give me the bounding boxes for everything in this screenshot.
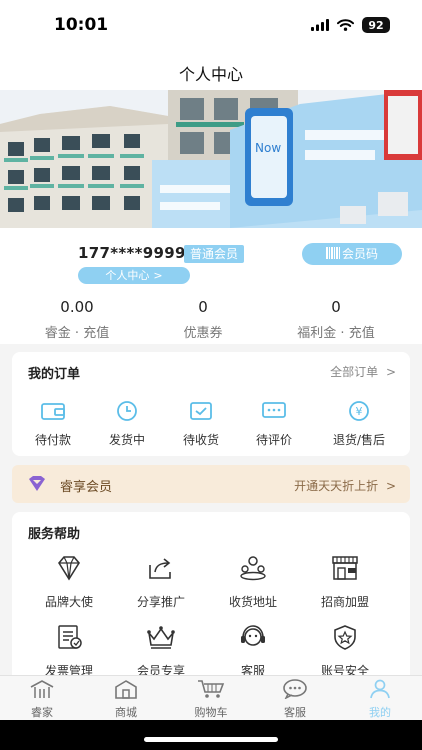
vip-title: 睿享会员 <box>60 480 113 495</box>
order-pending-payment[interactable]: 待付款 <box>18 400 88 448</box>
clock-icon <box>117 401 137 421</box>
chevron-right-icon: > <box>385 479 396 493</box>
store-banner-image: Now <box>0 90 422 228</box>
tab-cart[interactable]: 购物车 <box>169 679 253 720</box>
chat-icon <box>283 679 307 700</box>
service-share[interactable]: 分享推广 <box>119 555 203 610</box>
order-awaiting-receipt[interactable]: 待收货 <box>166 400 236 448</box>
stat-value: 0.00 <box>60 298 94 316</box>
home-indicator[interactable] <box>144 737 278 742</box>
service-franchise[interactable]: 招商加盟 <box>303 555 387 610</box>
shop-icon <box>115 680 137 699</box>
home-roof-icon <box>30 680 54 698</box>
all-orders-label: 全部订单 <box>330 365 379 379</box>
storefront-icon <box>332 556 358 580</box>
vip-diamond-icon <box>29 476 45 491</box>
stat-welfare[interactable]: 0 福利金 · 充值 <box>276 298 396 341</box>
stat-label: 福利金 · 充值 <box>297 326 375 341</box>
page-title: 个人中心 <box>178 65 243 84</box>
service-label: 分享推广 <box>136 595 185 609</box>
service-invoice[interactable]: 发票管理 <box>27 624 111 679</box>
service-label: 品牌大使 <box>44 595 93 609</box>
service-customer-service[interactable]: 客服 <box>211 624 295 679</box>
chat-dots-icon <box>262 402 286 418</box>
barcode-icon <box>325 247 340 259</box>
tab-label: 睿家 <box>31 706 53 719</box>
home-indicator-area <box>0 720 422 750</box>
profile-card: 177****9999 普通会员 个人中心 > 会员码 0.00 睿金 · 充值 … <box>0 228 422 344</box>
status-time: 10:01 <box>54 15 109 35</box>
vip-banner[interactable]: 睿享会员 开通天天折上折 > <box>12 465 410 503</box>
signal-icon <box>311 19 329 31</box>
order-label: 发货中 <box>108 433 145 447</box>
stat-coupons[interactable]: 0 优惠券 <box>143 298 263 341</box>
order-shipping[interactable]: 发货中 <box>92 400 162 448</box>
tab-label: 我的 <box>369 706 391 719</box>
orders-card: 我的订单 全部订单 > 待付款 发货中 待收货 待评价 ¥ 退货/售后 <box>12 352 410 456</box>
tab-customer-service[interactable]: 客服 <box>253 679 337 720</box>
service-label: 招商加盟 <box>320 595 369 609</box>
cart-icon <box>198 680 225 698</box>
vip-action[interactable]: 开通天天折上折 > <box>294 477 396 494</box>
battery-indicator: 92 <box>362 17 390 33</box>
service-label: 收货地址 <box>228 595 277 609</box>
member-code-button[interactable]: 会员码 <box>302 243 402 265</box>
crown-icon <box>147 626 175 649</box>
tab-bar: 睿家 商城 购物车 客服 我的 <box>0 675 422 720</box>
all-orders-link[interactable]: 全部订单 > <box>330 363 396 380</box>
tab-label: 客服 <box>284 706 306 719</box>
chevron-right-icon: > <box>385 365 396 379</box>
person-icon <box>370 679 390 699</box>
status-bar: 10:01 92 <box>0 0 422 52</box>
diamond-icon <box>58 556 80 581</box>
yuan-refund-icon: ¥ <box>349 401 369 421</box>
svg-text:Now: Now <box>255 141 281 155</box>
stat-value: 0 <box>198 298 208 316</box>
navigation-bar: 个人中心 <box>0 52 422 90</box>
tab-label: 商城 <box>115 706 137 719</box>
invoice-icon <box>58 625 82 649</box>
status-icons: 92 <box>311 17 390 33</box>
page: 10:01 92 个人中心 Now 177****9999 普通会员 个人中心 … <box>0 0 422 750</box>
share-icon <box>149 558 171 579</box>
stat-value: 0 <box>331 298 341 316</box>
personal-center-label: 个人中心 <box>105 269 150 282</box>
wifi-icon <box>337 19 354 31</box>
service-member-exclusive[interactable]: 会员专享 <box>119 624 203 679</box>
order-label: 退货/售后 <box>332 433 386 447</box>
order-label: 待付款 <box>34 433 71 447</box>
personal-center-link[interactable]: 个人中心 > <box>78 267 190 284</box>
stat-ruijin[interactable]: 0.00 睿金 · 充值 <box>17 298 137 341</box>
service-account-security[interactable]: 账号安全 <box>303 624 387 679</box>
tab-ruijia[interactable]: 睿家 <box>0 679 84 720</box>
member-level-badge: 普通会员 <box>184 245 245 263</box>
stat-label: 优惠券 <box>183 326 223 341</box>
phone-number: 177****9999 <box>78 244 186 262</box>
service-brand-ambassador[interactable]: 品牌大使 <box>27 555 111 610</box>
tab-mall[interactable]: 商城 <box>84 679 168 720</box>
services-card: 服务帮助 品牌大使 分享推广 收货地址 招商加盟 发票管理 会员专享 客服 账号… <box>12 512 410 682</box>
tab-mine[interactable]: 我的 <box>338 679 422 720</box>
order-label: 待评价 <box>255 433 292 447</box>
member-code-label: 会员码 <box>341 247 378 261</box>
wallet-icon <box>41 403 65 420</box>
stat-label: 睿金 · 充值 <box>44 326 110 341</box>
package-check-icon <box>190 402 212 420</box>
chevron-right-icon: > <box>153 269 163 282</box>
order-label: 待收货 <box>182 433 219 447</box>
services-title: 服务帮助 <box>28 527 81 542</box>
order-awaiting-review[interactable]: 待评价 <box>239 400 309 448</box>
location-people-icon <box>240 556 266 581</box>
svg-text:¥: ¥ <box>356 405 363 418</box>
tab-label: 购物车 <box>194 706 228 719</box>
headset-icon <box>241 625 265 646</box>
order-after-sales[interactable]: ¥ 退货/售后 <box>319 400 399 448</box>
orders-title: 我的订单 <box>28 367 81 382</box>
shield-star-icon <box>334 625 356 650</box>
service-address[interactable]: 收货地址 <box>211 555 295 610</box>
vip-action-label: 开通天天折上折 <box>294 479 379 493</box>
